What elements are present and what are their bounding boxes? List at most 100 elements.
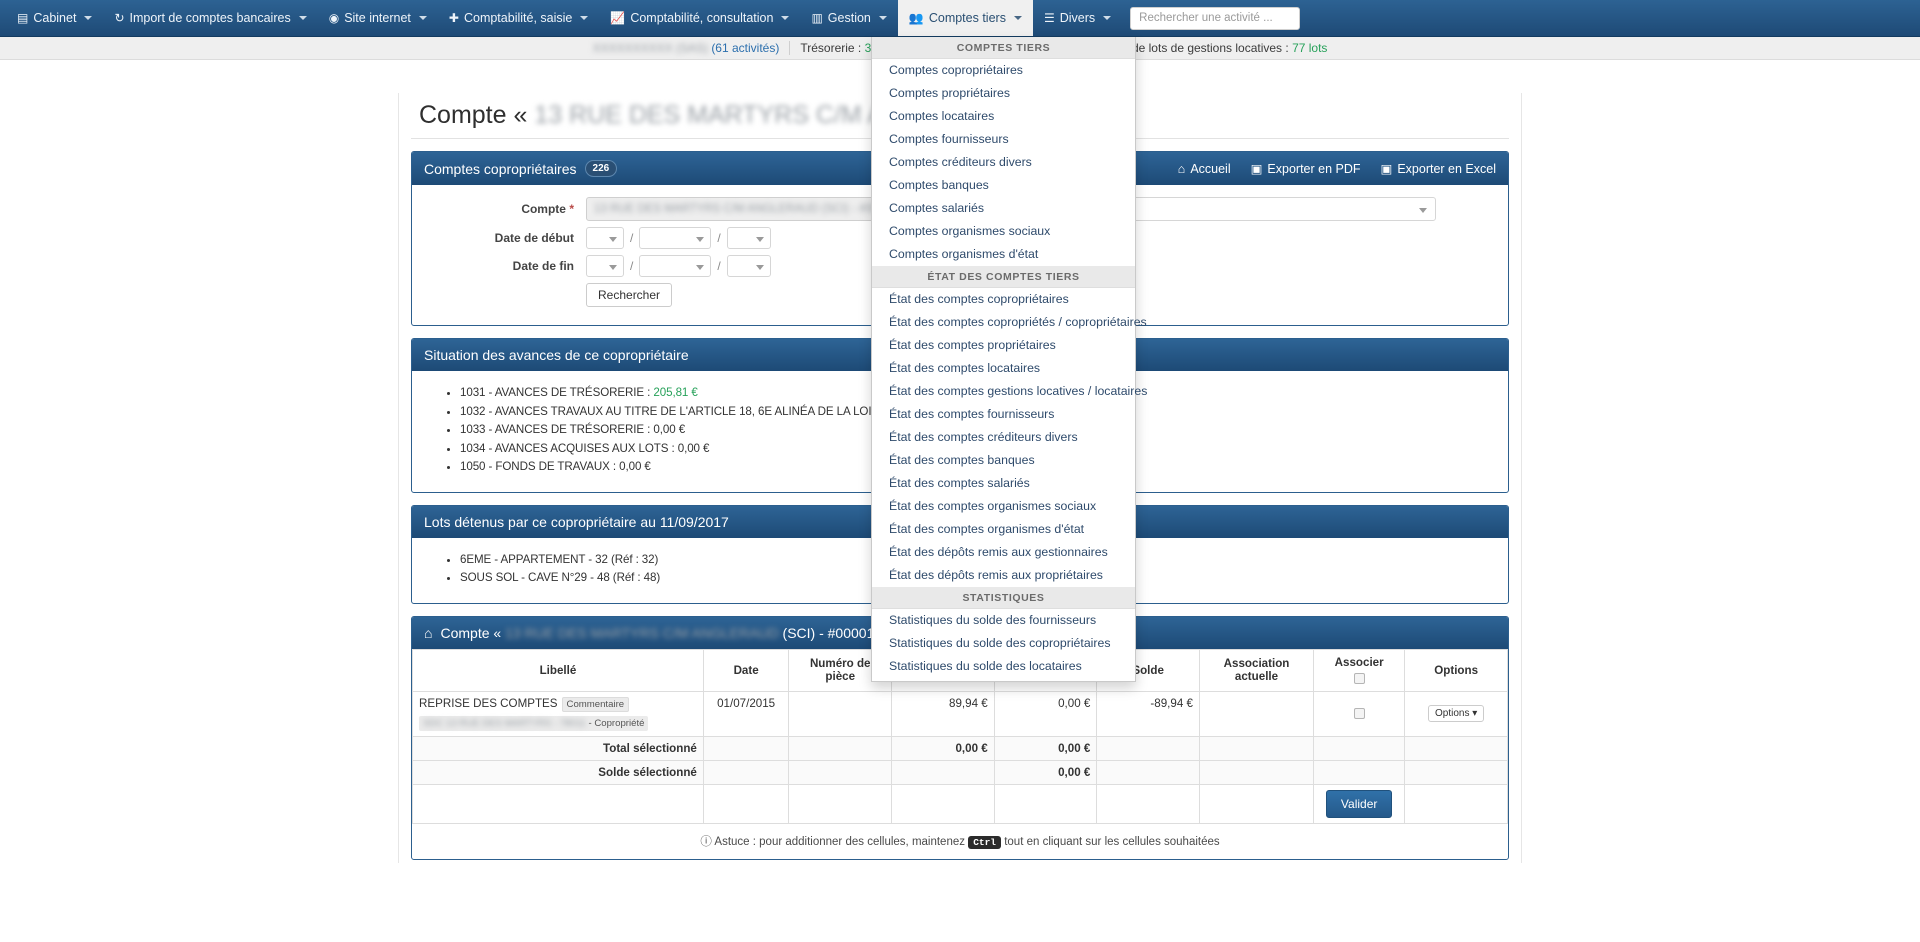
comptes-tiers-dropdown-menu: COMPTES TIERS Comptes copropriétaires Co… bbox=[871, 37, 1147, 682]
cell-solde-options bbox=[1404, 759, 1508, 785]
date-start-day-select[interactable] bbox=[586, 227, 624, 249]
menu-item-etat-comptes-coproprietes-coproprietaires[interactable]: État des comptes copropriétés / copropri… bbox=[872, 311, 1147, 334]
pdf-icon: ▣ bbox=[1250, 162, 1263, 176]
date-end-day-select[interactable] bbox=[586, 255, 624, 277]
date-end-label: Date de fin bbox=[512, 259, 574, 273]
dropdown-section-header: STATISTIQUES bbox=[872, 587, 1135, 609]
nav-item-comptabilite-consultation[interactable]: 📈 Comptabilité, consultation bbox=[599, 0, 800, 36]
chevron-down-icon bbox=[298, 16, 307, 20]
menu-item-etat-depots-proprietaires[interactable]: État des dépôts remis aux propriétaires bbox=[872, 564, 1135, 587]
table-row-solde: Solde sélectionné 0,00 € bbox=[412, 759, 1508, 785]
excel-icon: ▣ bbox=[1380, 162, 1393, 176]
menu-item-etat-comptes-organismes-etat[interactable]: État des comptes organismes d'état bbox=[872, 518, 1135, 541]
export-pdf-label: Exporter en PDF bbox=[1267, 161, 1361, 176]
menu-item-etat-comptes-crediteurs-divers[interactable]: État des comptes créditeurs divers bbox=[872, 426, 1135, 449]
export-pdf-button[interactable]: ▣ Exporter en PDF bbox=[1250, 161, 1361, 177]
col-options: Options bbox=[1404, 648, 1508, 692]
menu-item-etat-comptes-proprietaires[interactable]: État des comptes propriétaires bbox=[872, 334, 1135, 357]
advance-value: 205,81 € bbox=[653, 386, 698, 399]
cell-solde-date bbox=[702, 759, 790, 785]
cell-total-date bbox=[702, 735, 790, 761]
date-start-year-select[interactable] bbox=[726, 227, 771, 249]
rental-lots-label: Nb. de lots de gestions locatives : bbox=[1109, 41, 1293, 55]
hint-prefix: Astuce : pour additionner des cellules, … bbox=[714, 835, 969, 848]
cell-valider: Valider bbox=[1313, 783, 1406, 824]
cell-debit: 89,94 € bbox=[891, 690, 995, 737]
cell-total-credit: 0,00 € bbox=[993, 735, 1098, 761]
menu-item-comptes-salaries[interactable]: Comptes salariés bbox=[872, 197, 1135, 220]
cell-libelle: REPRISE DES COMPTES Commentaire SDC 13 RU… bbox=[412, 690, 704, 737]
menu-item-comptes-organismes-sociaux[interactable]: Comptes organismes sociaux bbox=[872, 220, 1135, 243]
nav-item-site-internet[interactable]: ◉ Site internet bbox=[318, 0, 438, 36]
menu-item-etat-comptes-salaries[interactable]: État des comptes salariés bbox=[872, 472, 1135, 495]
cell-total-piece bbox=[788, 735, 893, 761]
date-end-month-select[interactable] bbox=[639, 255, 712, 277]
nav-item-gestion[interactable]: ▥ Gestion bbox=[800, 0, 897, 36]
advance-value: 0,00 € bbox=[677, 441, 710, 455]
chevron-down-icon bbox=[1103, 16, 1112, 20]
options-button[interactable]: Options ▾ bbox=[1427, 705, 1485, 722]
menu-item-etat-depots-gestionnaires[interactable]: État des dépôts remis aux gestionnaires bbox=[872, 541, 1135, 564]
navbar-search bbox=[1130, 0, 1301, 36]
nav-label: Site internet bbox=[344, 11, 411, 25]
menu-item-comptes-crediteurs-divers[interactable]: Comptes créditeurs divers bbox=[872, 151, 1135, 174]
date-end-year-select[interactable] bbox=[726, 255, 771, 277]
date-start-month-select[interactable] bbox=[639, 227, 712, 249]
menu-item-etat-comptes-coproprietaires[interactable]: État des comptes copropriétaires bbox=[872, 288, 1135, 311]
menu-item-etat-comptes-banques[interactable]: État des comptes banques bbox=[872, 449, 1135, 472]
associer-row-checkbox[interactable] bbox=[1353, 708, 1365, 720]
search-input[interactable] bbox=[1130, 6, 1301, 30]
nav-item-comptes-tiers[interactable]: 👥 Comptes tiers bbox=[897, 0, 1033, 36]
associer-select-all-checkbox[interactable] bbox=[1353, 672, 1365, 684]
menu-item-comptes-banques[interactable]: Comptes banques bbox=[872, 174, 1135, 197]
refresh-icon: ↻ bbox=[114, 11, 125, 25]
menu-item-stats-solde-coproprietaires[interactable]: Statistiques du solde des copropriétaire… bbox=[872, 632, 1135, 655]
rechercher-button[interactable]: Rechercher bbox=[586, 283, 673, 307]
date-separator: / bbox=[717, 231, 721, 245]
cell-blank-4 bbox=[891, 783, 995, 824]
menu-item-comptes-coproprietaires[interactable]: Comptes copropriétaires bbox=[872, 59, 1135, 82]
menu-item-stats-solde-locataires[interactable]: Statistiques du solde des locataires bbox=[872, 655, 1135, 678]
chevron-down-icon bbox=[1013, 16, 1022, 20]
users-icon: 👥 bbox=[908, 11, 924, 25]
date-separator: / bbox=[630, 231, 634, 245]
required-marker: * bbox=[569, 202, 574, 216]
nav-item-divers[interactable]: ☰ Divers bbox=[1033, 0, 1122, 36]
table-row-actions: Valider bbox=[412, 783, 1508, 824]
menu-item-comptes-organismes-etat[interactable]: Comptes organismes d'état bbox=[872, 243, 1135, 266]
advance-value: 0,00 € bbox=[619, 460, 651, 473]
panel-title: Compte « 13 RUE DES MARTYRS C/M ANGLERAU… bbox=[440, 625, 893, 641]
table-row[interactable]: REPRISE DES COMPTES Commentaire SDC 13 RU… bbox=[412, 690, 1508, 737]
chevron-down-icon bbox=[84, 16, 93, 20]
valider-button[interactable]: Valider bbox=[1325, 789, 1393, 818]
account-label: Compte * bbox=[426, 202, 586, 216]
menu-item-comptes-fournisseurs[interactable]: Comptes fournisseurs bbox=[872, 128, 1135, 151]
export-excel-button[interactable]: ▣ Exporter en Excel bbox=[1380, 161, 1496, 177]
accueil-button[interactable]: ⌂ Accueil bbox=[1178, 162, 1231, 176]
menu-item-stats-solde-fournisseurs[interactable]: Statistiques du solde des fournisseurs bbox=[872, 609, 1135, 632]
advance-text: 1032 - AVANCES TRAVAUX AU TITRE DE L'ART… bbox=[460, 404, 942, 418]
menu-item-comptes-locataires[interactable]: Comptes locataires bbox=[872, 105, 1135, 128]
menu-item-etat-comptes-locataires[interactable]: État des comptes locataires bbox=[872, 357, 1135, 380]
nav-item-cabinet[interactable]: ▤ Cabinet bbox=[6, 0, 103, 36]
advance-text: 1031 - AVANCES DE TRÉSORERIE : bbox=[460, 386, 654, 399]
activities-count[interactable]: (61 activités) bbox=[711, 41, 779, 55]
chart-icon: 📈 bbox=[610, 11, 626, 25]
cell-solde-credit: 0,00 € bbox=[993, 759, 1098, 785]
sub-account-suffix: - Copropriété bbox=[585, 717, 645, 729]
menu-item-etat-comptes-fournisseurs[interactable]: État des comptes fournisseurs bbox=[872, 403, 1135, 426]
cell-blank-6 bbox=[1096, 783, 1200, 824]
menu-item-comptes-proprietaires[interactable]: Comptes propriétaires bbox=[872, 82, 1135, 105]
table-hint: ⓘ Astuce : pour additionner des cellules… bbox=[412, 824, 1508, 859]
secondary-select[interactable] bbox=[1086, 197, 1436, 221]
page-title-prefix: Compte « bbox=[419, 101, 535, 129]
building-icon: ▤ bbox=[17, 11, 29, 25]
nav-item-comptabilite-saisie[interactable]: ✚ Comptabilité, saisie bbox=[438, 0, 599, 36]
nav-label: Gestion bbox=[827, 11, 871, 25]
menu-item-etat-comptes-gestions-locatives-locataires[interactable]: État des comptes gestions locatives / lo… bbox=[872, 380, 1147, 403]
sub-account-masked: SDC 13 RUE DES MARTYRS - 78011 bbox=[423, 717, 586, 729]
menu-item-etat-comptes-organismes-sociaux[interactable]: État des comptes organismes sociaux bbox=[872, 495, 1135, 518]
panel-count-badge: 226 bbox=[584, 160, 618, 177]
commentaire-tag[interactable]: Commentaire bbox=[561, 696, 630, 712]
nav-item-import-comptes-bancaires[interactable]: ↻ Import de comptes bancaires bbox=[103, 0, 317, 36]
